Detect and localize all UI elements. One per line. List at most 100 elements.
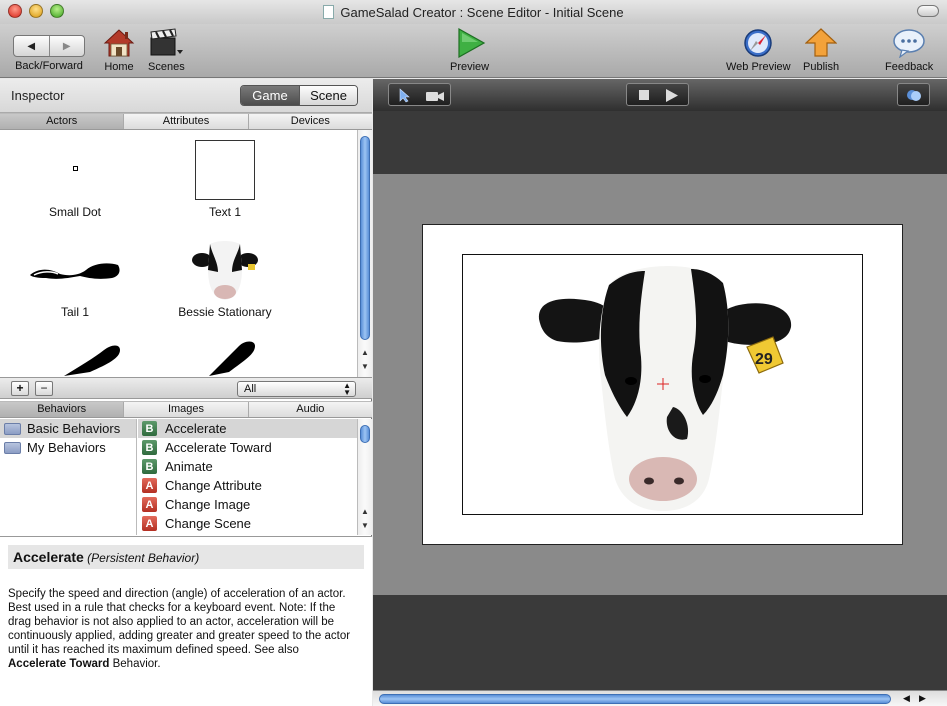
segment-scene[interactable]: Scene: [299, 86, 357, 105]
tab-actors[interactable]: Actors: [0, 114, 124, 129]
actors-scrollbar[interactable]: ▲ ▼: [357, 130, 372, 377]
ear-tag-number: 29: [755, 351, 773, 368]
description-tail: Behavior.: [109, 658, 161, 670]
behaviors-list: B Accelerate B Accelerate Toward B Anima…: [138, 419, 357, 535]
scenes-label: Scenes: [148, 61, 185, 73]
scenes-button[interactable]: Scenes: [148, 28, 185, 73]
tab-attributes[interactable]: Attributes: [123, 114, 247, 129]
layers-icon: [907, 90, 921, 101]
tab-behaviors[interactable]: Behaviors: [0, 402, 124, 417]
publish-label: Publish: [803, 61, 840, 73]
back-forward-control[interactable]: ◀ ▶ Back/Forward: [13, 28, 85, 72]
scene-toolbar: [373, 79, 947, 111]
feedback-button[interactable]: Feedback: [885, 28, 933, 73]
description-body: Specify the speed and direction (angle) …: [8, 587, 358, 671]
scroll-up-arrow-icon[interactable]: ▲: [361, 507, 369, 516]
window-title-text: GameSalad Creator : Scene Editor - Initi…: [340, 4, 624, 20]
behavior-label: Animate: [165, 459, 213, 474]
behavior-accelerate[interactable]: B Accelerate: [138, 419, 357, 438]
behavior-accelerate-toward[interactable]: B Accelerate Toward: [138, 438, 357, 457]
actor-label: Tail 1: [60, 305, 89, 319]
publish-button[interactable]: Publish: [803, 28, 839, 73]
main-toolbar: ◀ ▶ Back/Forward Home Scenes Preview Web…: [0, 24, 947, 78]
back-button[interactable]: ◀: [14, 36, 49, 56]
pointer-icon[interactable]: [399, 88, 411, 103]
behavior-animate[interactable]: B Animate: [138, 457, 357, 476]
behavior-label: Accelerate Toward: [165, 440, 272, 455]
minimize-window-button[interactable]: [29, 4, 43, 18]
stop-icon[interactable]: [639, 90, 649, 100]
tab-devices[interactable]: Devices: [247, 114, 372, 129]
scroll-down-arrow-icon[interactable]: ▼: [361, 362, 369, 371]
behavior-change-scene[interactable]: A Change Scene: [138, 514, 357, 533]
add-actor-button[interactable]: +: [11, 381, 29, 396]
back-forward-segments[interactable]: ◀ ▶: [13, 35, 85, 57]
home-icon: [103, 29, 135, 57]
scene-scroll-thumb[interactable]: [379, 694, 891, 704]
behavior-change-attribute[interactable]: A Change Attribute: [138, 476, 357, 495]
behavior-label: Change Attribute: [165, 478, 262, 493]
publish-arrow-icon: [805, 28, 838, 57]
camera-bounds: 29: [462, 254, 863, 515]
scroll-right-arrow-icon[interactable]: ▶: [919, 693, 926, 704]
tail-variant-thumbnail: [209, 341, 255, 376]
inspector-header: Inspector Game Scene: [0, 79, 372, 113]
actor-tail-1[interactable]: Tail 1: [0, 230, 150, 330]
behavior-badge-icon: B: [142, 421, 157, 436]
web-preview-button[interactable]: Web Preview: [726, 28, 791, 73]
popup-arrows-icon: ▲ ▼: [343, 381, 351, 397]
tab-images[interactable]: Images: [123, 402, 247, 417]
tool-mode-selector[interactable]: [388, 83, 451, 106]
preview-button[interactable]: Preview: [450, 28, 489, 73]
actor-filter-select[interactable]: All ▲ ▼: [237, 381, 356, 397]
behavior-change-image[interactable]: A Change Image: [138, 495, 357, 514]
description-text: Specify the speed and direction (angle) …: [8, 588, 351, 656]
folder-my-behaviors[interactable]: My Behaviors: [0, 438, 136, 457]
folder-label: My Behaviors: [27, 440, 106, 455]
zoom-window-button[interactable]: [50, 4, 64, 18]
actor-bessie-stationary[interactable]: Bessie Stationary: [150, 230, 300, 330]
scene-horizontal-scrollbar[interactable]: ◀ ▶: [373, 690, 947, 706]
actor-text-1[interactable]: Text 1: [150, 130, 300, 230]
behavior-label: Change Scene: [165, 516, 252, 531]
home-button[interactable]: Home: [103, 28, 135, 73]
folder-basic-behaviors[interactable]: Basic Behaviors: [0, 419, 136, 438]
behaviors-scroll-thumb[interactable]: [360, 425, 370, 443]
close-window-button[interactable]: [8, 4, 22, 18]
folder-icon: [4, 441, 21, 454]
scroll-up-arrow-icon[interactable]: ▲: [361, 348, 369, 357]
scene-stage[interactable]: 29: [422, 224, 903, 545]
scene-options-button[interactable]: [897, 83, 930, 106]
speech-bubble-icon: [893, 29, 925, 58]
back-forward-label: Back/Forward: [15, 60, 83, 72]
behavior-description: Accelerate (Persistent Behavior) Specify…: [0, 536, 372, 706]
actor-filter-value: All: [244, 383, 257, 395]
scroll-left-arrow-icon[interactable]: ◀: [903, 693, 910, 704]
scroll-down-arrow-icon[interactable]: ▼: [361, 521, 369, 530]
back-arrow-icon: ◀: [27, 40, 36, 52]
document-icon: [323, 5, 335, 19]
behaviors-scrollbar[interactable]: ▲ ▼: [357, 419, 372, 535]
description-title: Accelerate: [13, 549, 84, 565]
preview-label: Preview: [450, 61, 490, 73]
web-preview-label: Web Preview: [726, 61, 791, 73]
behavior-label: Change Image: [165, 497, 251, 512]
actors-scroll-thumb[interactable]: [360, 136, 370, 340]
description-subtitle: (Persistent Behavior): [87, 551, 200, 565]
play-scene-icon[interactable]: [665, 89, 679, 102]
toolbar-toggle-button[interactable]: [917, 5, 939, 17]
segment-game[interactable]: Game: [241, 86, 299, 105]
inspector-title: Inspector: [11, 88, 65, 103]
game-scene-switch[interactable]: Game Scene: [240, 85, 358, 106]
crosshair-icon: [657, 378, 669, 390]
playback-controls: [626, 83, 689, 106]
tab-audio[interactable]: Audio: [247, 402, 372, 417]
forward-button[interactable]: ▶: [48, 36, 85, 56]
folder-icon: [4, 422, 21, 435]
actor-small-dot[interactable]: Small Dot: [0, 130, 150, 230]
camera-icon[interactable]: [425, 89, 445, 102]
remove-actor-button[interactable]: −: [35, 381, 53, 396]
inspector-top-tabs: Actors Attributes Devices: [0, 113, 372, 130]
inspector-bottom-tabs: Behaviors Images Audio: [0, 401, 372, 418]
description-link[interactable]: Accelerate Toward: [8, 658, 109, 670]
